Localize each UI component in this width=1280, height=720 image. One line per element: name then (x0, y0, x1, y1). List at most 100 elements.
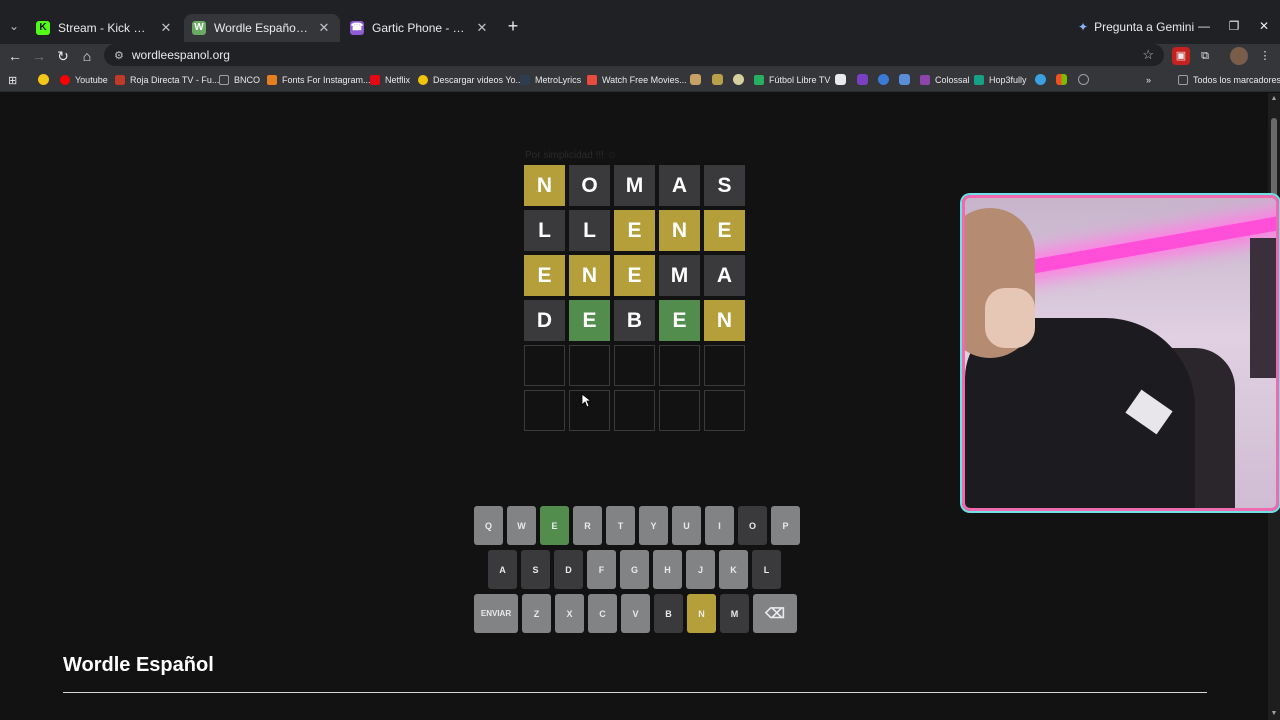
apps-grid-icon[interactable]: ⊞ (8, 73, 17, 87)
key-z[interactable]: Z (522, 594, 551, 633)
key-v[interactable]: V (621, 594, 650, 633)
bookmark-icon[interactable] (712, 74, 723, 85)
close-window-button[interactable]: ✕ (1252, 16, 1276, 36)
key-e[interactable]: E (540, 506, 569, 545)
board-tile: S (704, 165, 745, 206)
key-p[interactable]: P (771, 506, 800, 545)
tab-gartic-phone[interactable]: ☎ Gartic Phone - Teléfono Desconocido ✕ (342, 14, 498, 42)
reload-icon[interactable]: ↻ (53, 46, 73, 66)
key-n[interactable]: N (687, 594, 716, 633)
enter-key[interactable]: ENVIAR (474, 594, 518, 633)
tab-kick-dashboard[interactable]: K Stream - Kick Dashboard ✕ (28, 14, 182, 42)
bookmark-label: Fonts For Instagram... (282, 75, 371, 85)
bookmark-icon[interactable] (1035, 74, 1046, 85)
bookmark-icon[interactable] (733, 74, 744, 85)
key-l[interactable]: L (752, 550, 781, 589)
key-q[interactable]: Q (474, 506, 503, 545)
key-t[interactable]: T (606, 506, 635, 545)
scroll-down-icon[interactable]: ▼ (1268, 708, 1280, 720)
bookmark-netflix[interactable]: Netflix (370, 73, 410, 87)
key-i[interactable]: I (705, 506, 734, 545)
address-bar[interactable]: ⚙ wordleespanol.org ☆ (104, 44, 1164, 66)
profile-avatar[interactable] (1230, 47, 1248, 65)
yahoo-icon[interactable] (857, 74, 868, 85)
board-tile (569, 345, 610, 386)
bookmark-descargar-videos[interactable]: Descargar videos Yo... (418, 73, 523, 87)
bookmark-star-icon[interactable]: ☆ (1142, 47, 1154, 63)
close-icon[interactable]: ✕ (158, 20, 174, 36)
board-tile (659, 390, 700, 431)
globe-icon[interactable] (1078, 74, 1089, 85)
backspace-key[interactable]: ⌫ (753, 594, 797, 633)
key-o[interactable]: O (738, 506, 767, 545)
key-j[interactable]: J (686, 550, 715, 589)
minimize-button[interactable]: — (1192, 16, 1216, 36)
site-info-icon[interactable]: ⚙ (114, 49, 124, 62)
bookmark-label: Colossal (935, 75, 970, 85)
key-h[interactable]: H (653, 550, 682, 589)
bookmark-youtube[interactable]: Youtube (60, 73, 108, 87)
key-b[interactable]: B (654, 594, 683, 633)
bookmark-colossal[interactable]: Colossal (920, 73, 970, 87)
bookmark-fonts-instagram[interactable]: Fonts For Instagram... (267, 73, 371, 87)
board-tile: M (659, 255, 700, 296)
key-f[interactable]: F (587, 550, 616, 589)
colossal-icon (920, 75, 930, 85)
folder-icon (219, 75, 229, 85)
bookmark-icon[interactable] (835, 74, 846, 85)
bookmark-label: Descargar videos Yo... (433, 75, 524, 85)
home-icon[interactable]: ⌂ (77, 46, 97, 66)
bookmark-watch-free-movies[interactable]: Watch Free Movies... (587, 73, 687, 87)
extensions-puzzle-icon[interactable]: ⧉ (1196, 47, 1214, 65)
microsoft-icon[interactable] (1056, 74, 1067, 85)
board-tile: L (524, 210, 565, 251)
back-arrow-icon[interactable]: ← (5, 46, 25, 66)
key-x[interactable]: X (555, 594, 584, 633)
tab-title: Gartic Phone - Teléfono Desconocido (372, 21, 468, 35)
bookmark-hop3fully[interactable]: Hop3fully (974, 73, 1027, 87)
key-c[interactable]: C (588, 594, 617, 633)
key-a[interactable]: A (488, 550, 517, 589)
tab-search-icon[interactable]: ⌄ (4, 16, 24, 36)
bookmark-icon[interactable] (690, 74, 701, 85)
tab-wordle[interactable]: W Wordle Español - Wordle ilimitado ✕ (184, 14, 340, 42)
key-u[interactable]: U (672, 506, 701, 545)
close-icon[interactable]: ✕ (474, 20, 490, 36)
restore-button[interactable]: ❐ (1222, 16, 1246, 36)
smiley-bookmark-icon[interactable] (38, 74, 49, 85)
scroll-up-icon[interactable]: ▲ (1268, 93, 1280, 105)
key-w[interactable]: W (507, 506, 536, 545)
bookmark-futbol-libre[interactable]: Fútbol Libre TV (754, 73, 830, 87)
key-y[interactable]: Y (639, 506, 668, 545)
url-text: wordleespanol.org (131, 48, 230, 62)
gemini-button[interactable]: ✦ Pregunta a Gemini (1078, 17, 1194, 37)
key-d[interactable]: D (554, 550, 583, 589)
key-s[interactable]: S (521, 550, 550, 589)
new-tab-button[interactable]: + (503, 17, 523, 37)
all-bookmarks-folder[interactable]: Todos los marcadores (1178, 73, 1280, 87)
bookmark-metrolyrics[interactable]: MetroLyrics (520, 73, 581, 87)
bookmark-icon[interactable] (878, 74, 889, 85)
phone-icon: ☎ (350, 21, 364, 35)
key-m[interactable]: M (720, 594, 749, 633)
bookmark-bnco[interactable]: BNCO (219, 73, 260, 87)
key-k[interactable]: K (719, 550, 748, 589)
close-icon[interactable]: ✕ (316, 20, 332, 36)
kick-icon: K (36, 21, 50, 35)
folder-icon (1178, 75, 1188, 85)
board-tile: A (704, 255, 745, 296)
bookmark-icon[interactable] (899, 74, 910, 85)
menu-kebab-icon[interactable]: ⋮ (1256, 47, 1274, 65)
board-tile: N (569, 255, 610, 296)
bookmark-label: MetroLyrics (535, 75, 582, 85)
fonts-icon (267, 75, 277, 85)
forward-arrow-icon[interactable]: → (29, 46, 49, 66)
bookmarks-overflow-icon[interactable]: » (1146, 73, 1151, 87)
game-board: NOMASLLENEENEMADEBEN (524, 165, 745, 431)
key-r[interactable]: R (573, 506, 602, 545)
key-g[interactable]: G (620, 550, 649, 589)
extension-red-icon[interactable]: ▣ (1172, 47, 1190, 65)
bookmark-label: Fútbol Libre TV (769, 75, 831, 85)
bookmark-label: Youtube (75, 75, 108, 85)
bookmark-roja-directa[interactable]: Roja Directa TV - Fu... (115, 73, 219, 87)
